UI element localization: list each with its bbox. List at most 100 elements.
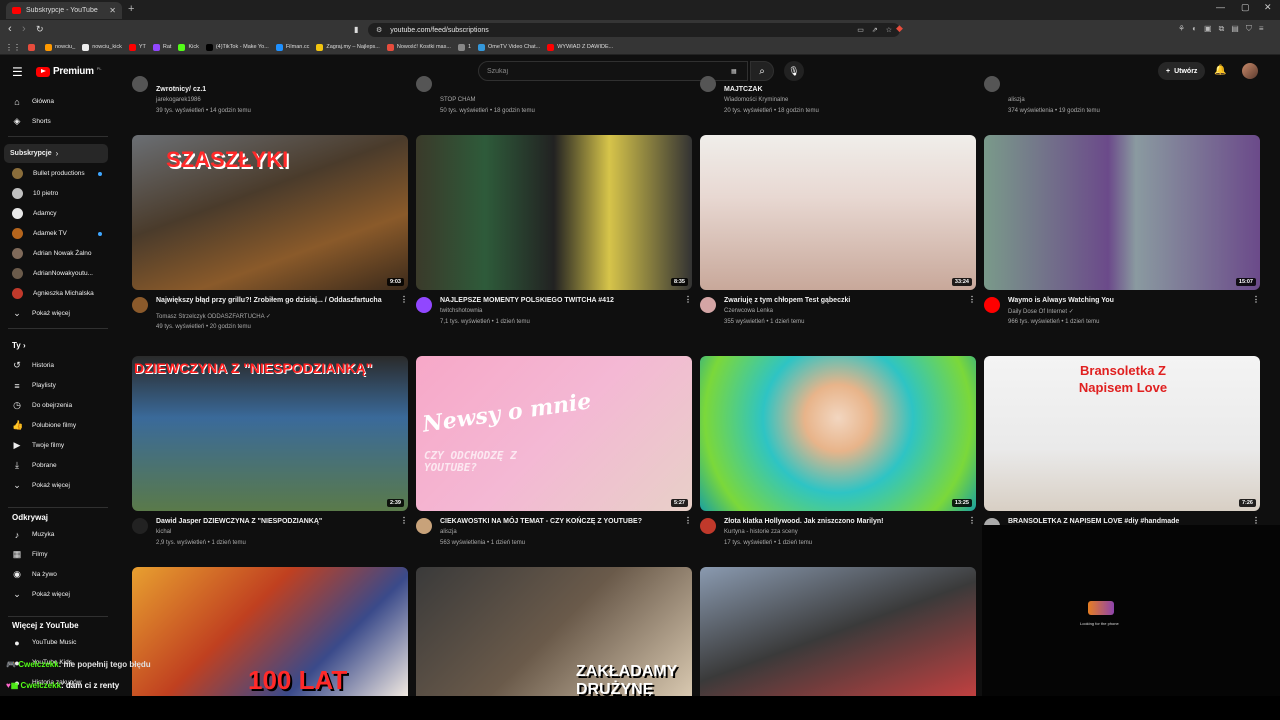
video-thumbnail[interactable]: 100 LAT ZA... xyxy=(132,567,408,696)
extension-icon[interactable]: ▤ xyxy=(1231,24,1239,34)
search-button[interactable]: ⌕ xyxy=(750,61,774,81)
notifications-bell-icon[interactable]: 🔔 xyxy=(1214,65,1226,76)
video-thumbnail[interactable]: ZAKŁADAMY DRUŻYNĘ xyxy=(416,567,692,696)
channel-avatar[interactable] xyxy=(416,76,432,92)
channel-name[interactable]: Kurtyna - historie zza sceny xyxy=(724,529,798,535)
video-title[interactable]: Największy błąd przy grillu?! Zrobiłem g… xyxy=(156,296,396,306)
keyboard-icon[interactable]: ▦ xyxy=(731,68,737,75)
sidebar-item-shorts[interactable]: ◈ Shorts xyxy=(4,112,108,131)
extension-shield-icon[interactable]: ◆ xyxy=(896,23,903,34)
sidebar-item-explore[interactable]: ▦ Filmy xyxy=(4,545,108,564)
video-thumbnail[interactable]: SZASZŁYKI 9:03 xyxy=(132,135,408,290)
sidebar-item-home[interactable]: ⌂ Główna xyxy=(4,92,108,111)
sidebar-item-you[interactable]: ≡ Playlisty xyxy=(4,376,108,395)
bookmark-item[interactable]: nowciu_ xyxy=(45,43,75,51)
bookmark-item[interactable]: Rat xyxy=(152,43,171,51)
bookmark-item[interactable]: Kick xyxy=(178,43,199,51)
menu-icon[interactable]: ≡ xyxy=(1259,24,1264,34)
star-icon[interactable]: ☆ xyxy=(886,26,892,34)
channel-avatar[interactable] xyxy=(416,518,432,534)
close-tab-icon[interactable]: ✕ xyxy=(109,6,116,15)
share-icon[interactable]: ⇗ xyxy=(872,26,878,34)
video-thumbnail[interactable]: 33:24 xyxy=(700,135,976,290)
account-avatar[interactable] xyxy=(1242,63,1258,79)
video-title[interactable]: Złota klatka Hollywood. Jak zniszczono M… xyxy=(724,517,964,527)
minimize-icon[interactable]: — xyxy=(1216,2,1225,12)
sidebar-item-more[interactable]: ● YouTube Music xyxy=(4,633,108,652)
video-thumbnail[interactable]: Newsy o mnie CZY ODCHODZĘ Z YOUTUBE? 5:27 xyxy=(416,356,692,511)
extension-icon[interactable]: ⧉ xyxy=(1219,24,1225,34)
video-title[interactable]: MAJTCZAK xyxy=(724,85,964,95)
channel-name[interactable]: Tomasz Strzelczyk ODDASZFARTUCHA ✓ xyxy=(156,313,271,320)
channel-name[interactable]: STOP CHAM xyxy=(440,97,475,103)
sidebar-show-more-subs[interactable]: ⌄ Pokaż więcej xyxy=(4,304,108,323)
search-input[interactable] xyxy=(487,67,717,75)
sidebar-subscription-item[interactable]: Bullet productions xyxy=(4,164,108,183)
sidebar-subscription-item[interactable]: Adamcy xyxy=(4,204,108,223)
extension-icon[interactable]: ▣ xyxy=(1204,24,1212,34)
video-thumbnail[interactable]: 15:07 xyxy=(984,135,1260,290)
extension-icon[interactable]: ⚘ xyxy=(1178,24,1185,34)
bookmark-item[interactable]: nowciu_kick xyxy=(82,43,122,51)
channel-avatar[interactable] xyxy=(416,297,432,313)
sidebar-item-you[interactable]: ⌄ Pokaż więcej xyxy=(4,476,108,495)
sidebar-item-you[interactable]: 👍 Polubione filmy xyxy=(4,416,108,435)
sidebar-item-you[interactable]: ◷ Do obejrzenia xyxy=(4,396,108,415)
more-actions-icon[interactable]: ⋮ xyxy=(684,516,692,525)
install-icon[interactable]: ▭ xyxy=(857,26,864,34)
extension-icon[interactable]: ◐ xyxy=(1192,24,1197,34)
channel-avatar[interactable] xyxy=(984,76,1000,92)
sidebar-subscription-item[interactable]: Agnieszka Michalska xyxy=(4,284,108,303)
channel-name[interactable]: Daily Dose Of Internet ✓ xyxy=(1008,308,1074,315)
shield-icon[interactable]: ⛉ xyxy=(1246,24,1252,34)
sidebar-section-you[interactable]: Ty › xyxy=(12,341,26,350)
more-actions-icon[interactable]: ⋮ xyxy=(400,516,408,525)
channel-name[interactable]: jarekogarek1986 xyxy=(156,97,201,103)
create-button[interactable]: + Utwórz xyxy=(1158,62,1206,80)
channel-avatar[interactable] xyxy=(132,76,148,92)
bookmark-item[interactable]: 1 xyxy=(457,43,471,51)
video-thumbnail[interactable]: Bransoletka Z Napisem Love 7:26 xyxy=(984,356,1260,511)
channel-avatar[interactable] xyxy=(132,518,148,534)
youtube-premium-logo[interactable]: Premium PL xyxy=(36,66,102,77)
bookmark-item[interactable]: Zagraj.my – Najleps... xyxy=(316,43,380,51)
reload-icon[interactable]: ↻ xyxy=(36,24,44,35)
sidebar-item-you[interactable]: ⤓ Pobrane xyxy=(4,456,108,475)
video-title[interactable]: Dawid Jasper DZIEWCZYNA Z "NIESPODZIANKĄ… xyxy=(156,517,396,527)
channel-avatar[interactable] xyxy=(700,518,716,534)
bookmark-item[interactable]: WYWIAD Z DAWIDE... xyxy=(547,43,613,51)
sidebar-subscription-item[interactable]: 10 pietro xyxy=(4,184,108,203)
video-thumbnail[interactable]: 8:35 xyxy=(416,135,692,290)
url-field[interactable]: ⚙ youtube.com/feed/subscriptions ▭ ⇗ ☆ xyxy=(368,23,900,37)
video-title[interactable]: Zwrotnicy/ cz.1 xyxy=(156,85,396,95)
sidebar-subscription-item[interactable]: Adamek TV xyxy=(4,224,108,243)
menu-hamburger-icon[interactable]: ☰ xyxy=(12,65,23,79)
video-thumbnail[interactable]: DZIEWCZYNA Z "NIESPODZIANKĄ" 2:39 xyxy=(132,356,408,511)
new-tab-icon[interactable]: + xyxy=(128,3,134,15)
bookmark-item[interactable] xyxy=(28,43,38,51)
close-window-icon[interactable]: ✕ xyxy=(1264,2,1272,13)
sidebar-subscription-item[interactable]: AdrianNowakyoutu... xyxy=(4,264,108,283)
sidebar-item-you[interactable]: ▶ Twoje filmy xyxy=(4,436,108,455)
sidebar-section-more[interactable]: Więcej z YouTube xyxy=(12,621,79,630)
voice-search-button[interactable]: 🎙 xyxy=(784,61,804,81)
bookmark-item[interactable]: OmeTV Video Chat... xyxy=(478,43,540,51)
maximize-icon[interactable]: ▢ xyxy=(1241,2,1250,13)
bookmark-item[interactable]: Filman.cc xyxy=(275,43,309,51)
channel-name[interactable]: kichal xyxy=(156,529,171,535)
channel-avatar[interactable] xyxy=(984,297,1000,313)
back-icon[interactable]: ‹ xyxy=(8,23,12,35)
more-actions-icon[interactable]: ⋮ xyxy=(400,295,408,304)
sidebar-item-explore[interactable]: ♪ Muzyka xyxy=(4,525,108,544)
channel-name[interactable]: aliszja xyxy=(440,529,457,535)
apps-icon[interactable]: ⋮⋮ xyxy=(5,43,21,52)
bookmark-item[interactable]: (4)TikTok - Make Yo... xyxy=(205,43,269,51)
video-title[interactable]: Waymo is Always Watching You xyxy=(1008,296,1248,306)
bookmark-item[interactable]: YT xyxy=(128,43,146,51)
more-actions-icon[interactable]: ⋮ xyxy=(968,516,976,525)
site-info-icon[interactable]: ⚙ xyxy=(376,26,382,34)
channel-avatar[interactable] xyxy=(700,297,716,313)
channel-name[interactable]: Wiadomości Kryminalne xyxy=(724,97,788,103)
more-actions-icon[interactable]: ⋮ xyxy=(684,295,692,304)
sidebar-item-subscriptions[interactable]: Subskrypcje › xyxy=(4,144,108,163)
